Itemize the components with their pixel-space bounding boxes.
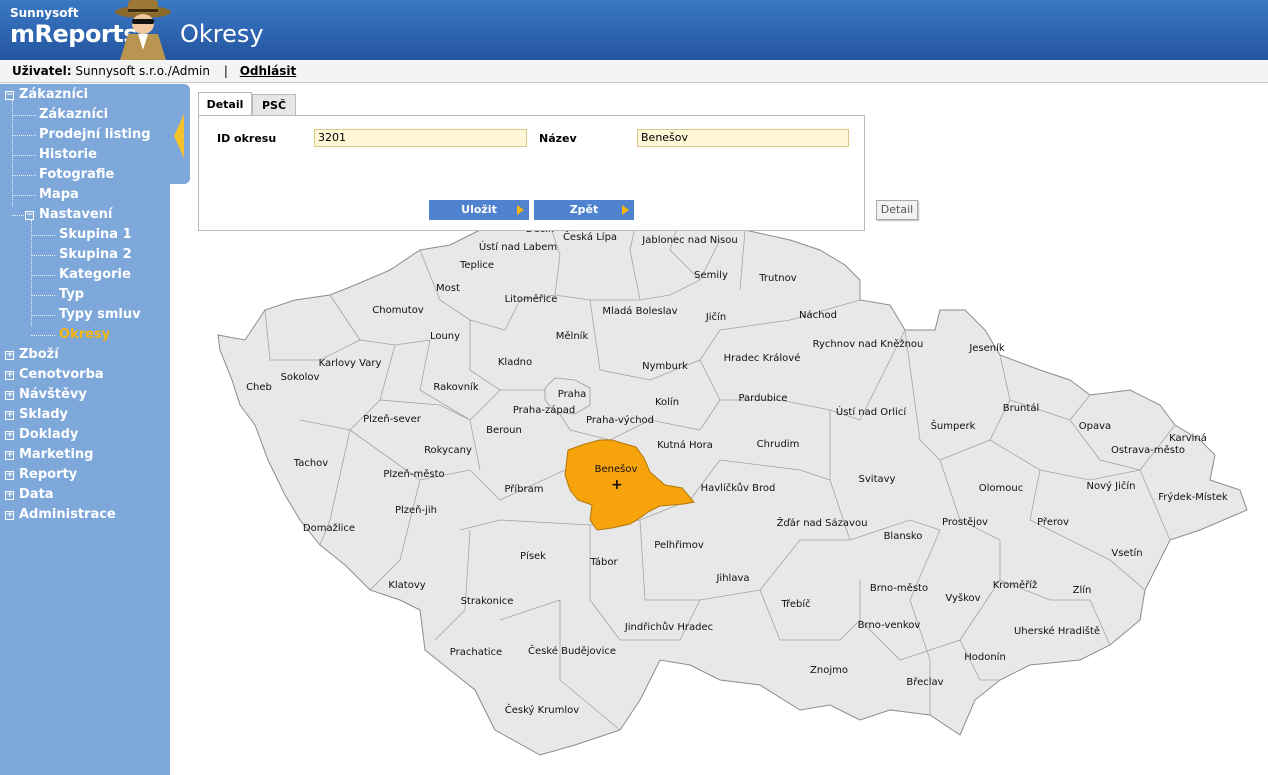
district-label[interactable]: Karviná (1169, 432, 1207, 444)
district-label[interactable]: Praha-západ (513, 404, 575, 416)
district-label[interactable]: Mladá Boleslav (602, 305, 677, 317)
map-outline (217, 159, 1248, 756)
save-button[interactable]: Uložit (429, 200, 529, 220)
district-label[interactable]: Ostrava-město (1111, 444, 1185, 456)
district-label[interactable]: Tábor (589, 556, 618, 568)
district-label[interactable]: Pelhřimov (654, 539, 704, 551)
district-label[interactable]: Benešov (595, 463, 638, 475)
district-label[interactable]: Pardubice (738, 393, 787, 404)
district-label[interactable]: Nový Jičín (1087, 480, 1136, 492)
district-label[interactable]: Plzeň-město (383, 468, 444, 480)
district-label[interactable]: Plzeň-jih (395, 504, 437, 516)
district-label[interactable]: Kutná Hora (657, 439, 713, 451)
district-label[interactable]: Žďár nad Sázavou (777, 516, 868, 529)
back-button[interactable]: Zpět (534, 200, 634, 220)
district-label[interactable]: Přerov (1037, 516, 1069, 528)
district-label[interactable]: Ústí nad Orlicí (836, 405, 907, 418)
district-label[interactable]: Jablonec nad Nisou (641, 235, 737, 246)
district-label[interactable]: Rokycany (424, 445, 472, 456)
district-label[interactable]: Domažlice (303, 522, 355, 534)
district-label[interactable]: Jindřichův Hradec (624, 621, 713, 633)
district-label[interactable]: Náchod (799, 309, 837, 321)
back-label: Zpět (569, 203, 599, 216)
district-label[interactable]: Znojmo (810, 665, 848, 676)
district-label[interactable]: Plzeň-sever (363, 413, 422, 425)
name-label: Název (539, 132, 577, 145)
district-label[interactable]: Zlín (1073, 584, 1092, 596)
district-label[interactable]: Bruntál (1003, 402, 1039, 414)
district-label[interactable]: Kladno (498, 357, 532, 368)
district-label[interactable]: Cheb (246, 382, 272, 393)
district-label[interactable]: Hodonín (964, 651, 1006, 663)
district-label[interactable]: Havlíčkův Brod (701, 482, 776, 494)
district-label[interactable]: Břeclav (906, 676, 943, 688)
district-label[interactable]: Tachov (293, 458, 329, 469)
district-label[interactable]: České Budějovice (528, 644, 616, 657)
detail-form: ID okresu 3201 Název Benešov Uložit Zpět (198, 115, 865, 231)
district-label[interactable]: Nymburk (642, 361, 688, 372)
district-label[interactable]: Jihlava (715, 573, 749, 584)
district-label[interactable]: Praha-východ (586, 414, 654, 426)
district-label[interactable]: Semily (694, 270, 728, 281)
district-label[interactable]: Strakonice (461, 596, 514, 607)
district-label[interactable]: Most (436, 283, 460, 294)
district-label[interactable]: Jeseník (968, 342, 1005, 354)
district-label[interactable]: Ústí nad Labem (479, 240, 557, 253)
district-label[interactable]: Louny (430, 331, 460, 342)
map-regions (217, 159, 1248, 756)
district-label[interactable]: Karlovy Vary (319, 358, 382, 369)
district-label[interactable]: Šumperk (931, 419, 976, 432)
district-label[interactable]: Litoměřice (505, 293, 558, 305)
district-label[interactable]: Chrudim (757, 439, 800, 450)
district-label[interactable]: Česká Lípa (563, 230, 617, 243)
district-label[interactable]: Jičín (705, 311, 726, 323)
district-label[interactable]: Teplice (459, 260, 494, 271)
district-label[interactable]: Mělník (556, 330, 589, 342)
district-label[interactable]: Sokolov (281, 372, 320, 383)
arrow-icon (622, 205, 629, 215)
district-label[interactable]: Prostějov (942, 516, 988, 528)
district-label[interactable]: Brno-venkov (858, 620, 921, 631)
district-label[interactable]: Frýdek-Místek (1158, 491, 1228, 503)
detail-button[interactable]: Detail (876, 200, 918, 220)
district-label[interactable]: Český Krumlov (505, 703, 580, 716)
district-label[interactable]: Příbram (504, 483, 543, 495)
district-label[interactable]: Rakovník (433, 381, 478, 393)
save-label: Uložit (461, 203, 497, 216)
district-label[interactable]: Olomouc (979, 483, 1023, 494)
map-marker-icon: + (611, 477, 623, 493)
district-label[interactable]: Klatovy (388, 580, 425, 591)
district-label[interactable]: Trutnov (758, 273, 796, 284)
district-label[interactable]: Rychnov nad Kněžnou (813, 338, 924, 350)
district-label[interactable]: Kolín (655, 396, 679, 408)
district-label[interactable]: Beroun (486, 425, 522, 436)
district-label[interactable]: Opava (1079, 421, 1111, 432)
district-label[interactable]: Třebíč (780, 598, 810, 610)
district-label[interactable]: Brno-město (870, 582, 928, 594)
tab-detail[interactable]: Detail (198, 92, 252, 117)
district-label[interactable]: Prachatice (450, 647, 502, 658)
district-label[interactable]: Kroměříž (993, 579, 1038, 591)
district-label[interactable]: Uherské Hradiště (1014, 625, 1100, 637)
name-input[interactable]: Benešov (637, 129, 849, 147)
district-label[interactable]: Svitavy (859, 474, 896, 485)
district-label[interactable]: Vyškov (945, 592, 980, 604)
id-label: ID okresu (217, 132, 277, 145)
district-label[interactable]: Blansko (884, 531, 923, 542)
district-label[interactable]: Hradec Králové (724, 352, 801, 364)
district-label[interactable]: Písek (520, 550, 546, 562)
tab-psc[interactable]: PSČ (252, 94, 296, 117)
district-label[interactable]: Praha (558, 389, 587, 400)
district-label[interactable]: Chomutov (372, 305, 424, 316)
id-input[interactable]: 3201 (314, 129, 527, 147)
district-label[interactable]: Vsetín (1111, 547, 1142, 559)
arrow-icon (517, 205, 524, 215)
